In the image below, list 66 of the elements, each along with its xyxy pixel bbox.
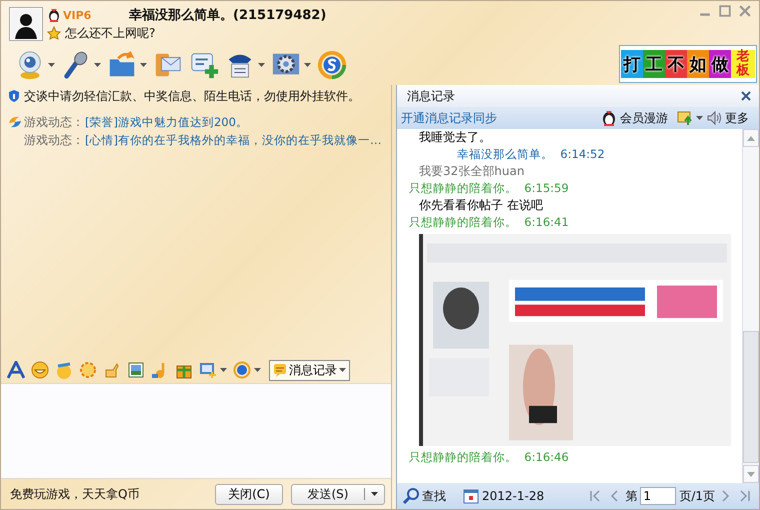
- star-icon: [47, 26, 61, 40]
- search-label[interactable]: 查找: [422, 488, 446, 504]
- feed-link[interactable]: [荣誉]游戏中魅力值达到200。: [85, 114, 248, 130]
- image-icon[interactable]: [127, 361, 145, 379]
- next-page-icon[interactable]: [721, 490, 731, 502]
- page-label: 第: [625, 488, 638, 504]
- caret-icon[interactable]: [304, 63, 311, 67]
- caret-icon: [339, 368, 346, 372]
- ad-link[interactable]: 免费玩游戏，天天拿Q币: [10, 486, 207, 502]
- message-text: 我要32张全部huan: [418, 163, 526, 180]
- chat-bubble-icon: [273, 363, 287, 377]
- contact-name: 幸福没那么简单。(215179482): [129, 7, 326, 24]
- send-button[interactable]: 发送(S): [291, 484, 385, 504]
- calendar-icon[interactable]: [463, 488, 479, 504]
- export-icon[interactable]: [677, 110, 693, 126]
- vip-level: VIP6: [63, 8, 92, 22]
- font-icon[interactable]: [7, 361, 25, 379]
- banner-character: 如: [687, 50, 709, 78]
- smiley-icon[interactable]: [31, 361, 49, 379]
- maximize-icon[interactable]: [719, 5, 731, 17]
- caret-icon[interactable]: [48, 63, 55, 67]
- close-button[interactable]: 关闭(C): [215, 484, 283, 504]
- sync-link[interactable]: 开通消息记录同步: [401, 110, 497, 126]
- date-label: 2012-1-28: [482, 489, 544, 503]
- caret-icon[interactable]: [258, 63, 265, 67]
- message-input[interactable]: [1, 383, 391, 479]
- caret-icon[interactable]: [220, 368, 227, 372]
- penguin-icon: [47, 8, 61, 22]
- feed-label: 游戏动态：: [24, 132, 84, 148]
- banner-character: 做: [709, 50, 731, 78]
- panel-title: 消息记录: [407, 88, 455, 104]
- message-text: 你先看看你帖子 在说吧: [418, 197, 544, 214]
- signature: 怎么还不上网呢?: [65, 24, 156, 42]
- first-page-icon[interactable]: [590, 490, 600, 502]
- member-roaming-link[interactable]: 会员漫游: [620, 110, 668, 126]
- banner-character: 工: [643, 50, 665, 78]
- message-history-button[interactable]: 消息记录: [269, 360, 350, 380]
- security-notice: 交谈中请勿轻信汇款、中奖信息、陌生电话，勿使用外挂软件。: [24, 88, 360, 104]
- message-header: 只想静静的陪着你。 6:16:41: [409, 214, 570, 231]
- more-link[interactable]: 更多: [725, 110, 749, 126]
- page-total: 页/1页: [679, 488, 715, 504]
- penguin-icon[interactable]: [601, 110, 617, 126]
- feed-label: 游戏动态：: [24, 114, 84, 130]
- avatar-icon[interactable]: [9, 7, 43, 41]
- screenshot-icon[interactable]: [199, 361, 217, 379]
- banner-character: 老: [735, 50, 750, 64]
- last-page-icon[interactable]: [740, 490, 750, 502]
- search-icon[interactable]: [403, 488, 419, 504]
- shield-icon: [7, 89, 21, 103]
- caret-icon[interactable]: [94, 63, 101, 67]
- message-header: 只想静静的陪着你。 6:16:46: [409, 449, 570, 466]
- message-header: 只想静静的陪着你。 6:15:59: [409, 180, 570, 197]
- previous-page-icon[interactable]: [609, 490, 620, 502]
- banner-character: 板: [735, 64, 750, 78]
- message-text: 我睡觉去了。: [418, 129, 492, 146]
- caret-icon[interactable]: [140, 63, 147, 67]
- message-header: 幸福没那么简单。 6:14:52: [456, 146, 606, 163]
- caret-icon[interactable]: [696, 116, 703, 120]
- page-field[interactable]: 1: [640, 487, 676, 505]
- feed-link[interactable]: [心情]有你的在乎我格外的幸福，没你的在乎我就像一…: [85, 132, 382, 148]
- banner-character: 打: [621, 50, 643, 78]
- caret-icon[interactable]: [371, 492, 378, 496]
- caret-icon[interactable]: [254, 368, 261, 372]
- banner-character: 不: [665, 50, 687, 78]
- speaker-icon[interactable]: [706, 110, 722, 126]
- close-icon[interactable]: [741, 91, 751, 101]
